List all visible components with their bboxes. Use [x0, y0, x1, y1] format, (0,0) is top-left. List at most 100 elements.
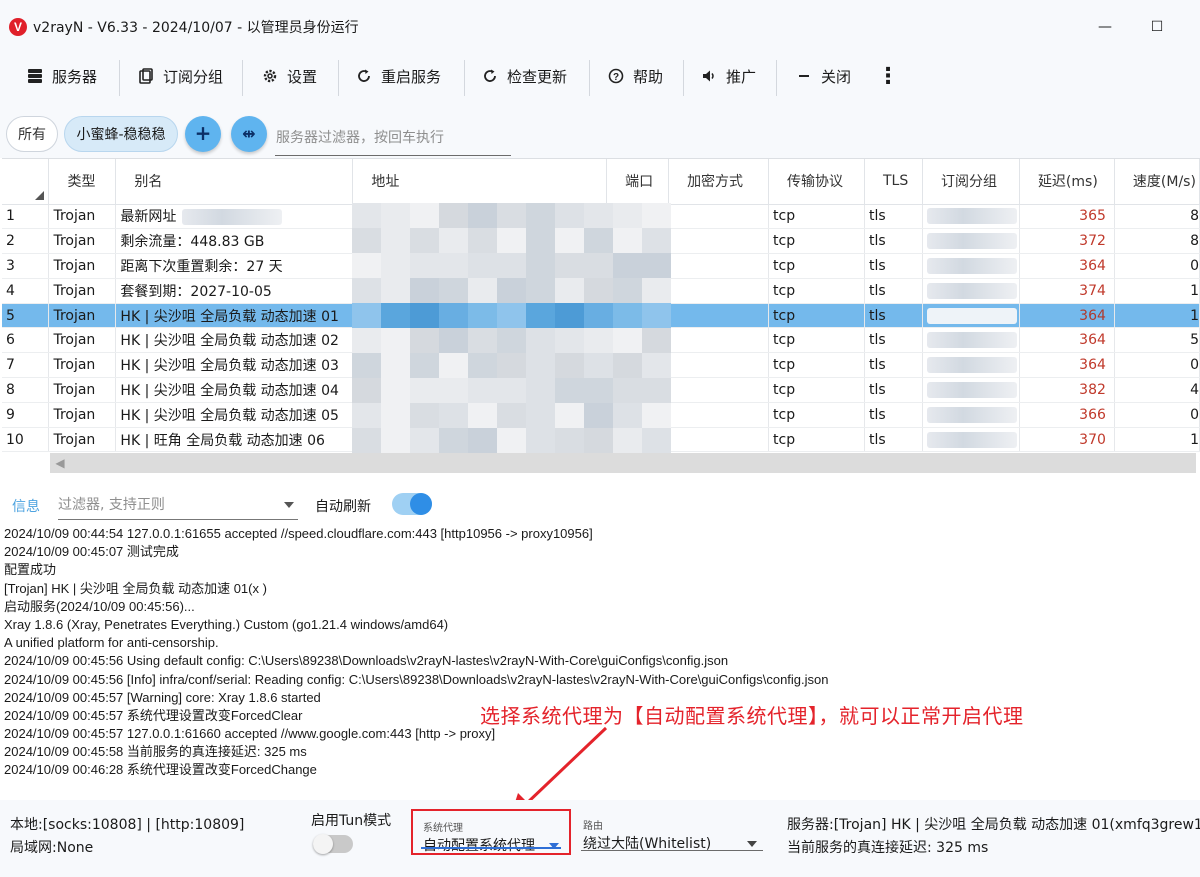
table-header-row: 类型 别名 地址 端口 加密方式 传输协议 TLS 订阅分组 延迟(ms) 速度…: [2, 159, 1200, 205]
tun-mode-toggle[interactable]: [313, 834, 353, 854]
row-tls: tls: [864, 253, 923, 279]
row-encryption: [668, 253, 770, 279]
toolbar-subscription-button[interactable]: 订阅分组: [137, 60, 223, 92]
mosaic-tile: [526, 353, 555, 379]
row-speed: 0: [1114, 253, 1200, 279]
row-tls: tls: [864, 427, 923, 453]
column-header[interactable]: 地址: [352, 159, 608, 205]
subscription-icon: [137, 67, 155, 85]
column-header[interactable]: 端口: [606, 159, 670, 205]
mosaic-tile: [642, 353, 671, 379]
row-number: 2: [2, 228, 50, 255]
toolbar-check-update-button[interactable]: 检查更新: [481, 60, 567, 92]
mosaic-tile: [468, 403, 497, 429]
toolbar-divider: [119, 60, 120, 96]
row-speed: 4: [1114, 377, 1200, 403]
column-header[interactable]: 加密方式: [668, 159, 770, 205]
mosaic-tile: [381, 353, 410, 379]
toolbar-label: 订阅分组: [163, 67, 224, 86]
column-header[interactable]: 速度(M/s): [1114, 159, 1200, 205]
mosaic-tile: [352, 403, 381, 429]
log-line: 配置成功: [4, 562, 57, 578]
maximize-button[interactable]: ☐: [1144, 14, 1170, 40]
row-tls: tls: [864, 278, 923, 304]
select-all-corner[interactable]: [2, 159, 50, 205]
horizontal-scrollbar[interactable]: [50, 453, 1196, 473]
row-encryption: [668, 327, 770, 354]
mosaic-tile: [584, 253, 613, 279]
row-number: 9: [2, 402, 50, 428]
row-transport: tcp: [768, 352, 865, 379]
mosaic-tile: [381, 428, 410, 454]
mosaic-tile: [555, 278, 584, 304]
column-header[interactable]: 订阅分组: [922, 159, 1020, 205]
column-header[interactable]: 类型: [48, 159, 117, 205]
toolbar-close-button[interactable]: 关闭: [795, 60, 851, 92]
row-transport: tcp: [768, 228, 865, 255]
column-header[interactable]: 别名: [115, 159, 354, 205]
mosaic-tile: [381, 203, 410, 229]
system-proxy-value: 自动配置系统代理: [423, 838, 535, 854]
row-speed: 5: [1114, 327, 1200, 354]
column-header[interactable]: 传输协议: [768, 159, 865, 205]
toolbar-restart-button[interactable]: 重启服务: [355, 60, 441, 92]
column-header[interactable]: TLS: [864, 159, 923, 205]
mosaic-tile: [613, 253, 642, 279]
row-transport: tcp: [768, 402, 865, 428]
mosaic-tile: [439, 203, 468, 229]
system-proxy-select[interactable]: 系统代理 自动配置系统代理: [411, 809, 571, 855]
mosaic-tile: [468, 203, 497, 229]
speaker-icon: [700, 67, 718, 85]
select-underline: [581, 850, 763, 851]
row-tls: tls: [864, 204, 923, 230]
mosaic-tile: [381, 278, 410, 304]
toolbar-divider: [776, 60, 777, 96]
mosaic-tile: [497, 378, 526, 404]
row-tls: tls: [864, 228, 923, 255]
row-subscription: [922, 204, 1020, 230]
routing-select[interactable]: 路由 绕过大陆(Whitelist): [573, 809, 767, 855]
window-title: v2rayN - V6.33 - 2024/10/07 - 以管理员身份运行: [33, 20, 359, 36]
group-chip-active[interactable]: 小蜜蜂-稳稳稳: [64, 116, 178, 152]
move-server-button[interactable]: ⇹: [231, 116, 267, 152]
minimize-button[interactable]: —: [1092, 14, 1118, 40]
redacted-subscription: [926, 282, 1017, 299]
mosaic-tile: [381, 378, 410, 404]
chevron-down-icon: [747, 841, 757, 847]
row-delay: 372: [1019, 228, 1115, 255]
log-line: A unified platform for anti-censorship.: [4, 635, 219, 651]
toolbar-help-button[interactable]: ? 帮助: [607, 60, 663, 92]
more-menu-icon[interactable]: ⋮: [877, 60, 899, 92]
toolbar-divider: [242, 60, 243, 96]
mosaic-tile: [497, 203, 526, 229]
toolbar-settings-button[interactable]: 设置: [261, 60, 317, 92]
toolbar-servers-button[interactable]: 服务器: [26, 60, 97, 92]
mosaic-tile: [584, 328, 613, 354]
mosaic-tile: [642, 428, 671, 454]
mosaic-tile: [352, 253, 381, 279]
toolbar-promotion-button[interactable]: 推广: [700, 60, 756, 92]
scroll-left-arrow-icon[interactable]: ◀: [50, 453, 70, 473]
mosaic-tile: [497, 278, 526, 304]
row-type: Trojan: [48, 253, 117, 279]
row-delay: 370: [1019, 427, 1115, 453]
mosaic-tile: [613, 378, 642, 404]
auto-refresh-toggle[interactable]: [392, 493, 432, 515]
row-alias: HK | 尖沙咀 全局负载 动态加速 02: [115, 327, 354, 354]
column-header[interactable]: 延迟(ms): [1019, 159, 1115, 205]
row-tls: tls: [864, 352, 923, 379]
mosaic-tile: [468, 353, 497, 379]
server-filter-input[interactable]: [275, 118, 511, 156]
log-filter-input[interactable]: 过滤器, 支持正则: [58, 492, 298, 520]
add-server-button[interactable]: +: [185, 116, 221, 152]
log-tab-info[interactable]: 信息: [12, 496, 40, 516]
current-delay-text: 当前服务的真连接延迟: 325 ms: [787, 840, 989, 856]
mosaic-tile: [526, 253, 555, 279]
row-subscription: [922, 228, 1020, 255]
mosaic-tile: [584, 203, 613, 229]
mosaic-tile: [410, 328, 439, 354]
mosaic-tile: [381, 328, 410, 354]
mosaic-tile: [613, 228, 642, 254]
mosaic-tile: [613, 328, 642, 354]
group-chip-all[interactable]: 所有: [6, 116, 58, 152]
